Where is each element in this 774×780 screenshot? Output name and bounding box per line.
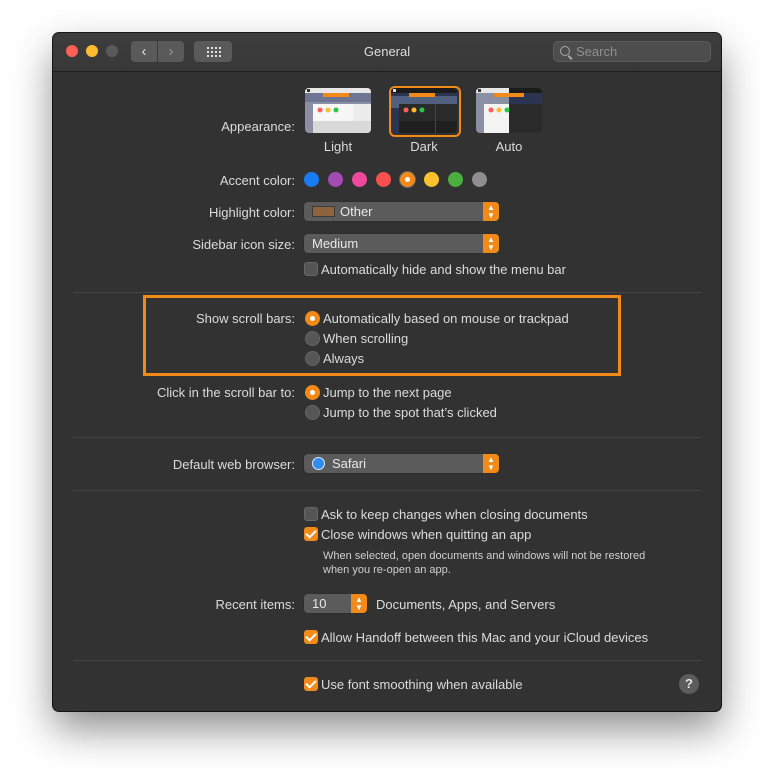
- appearance-light-thumb[interactable]: [305, 88, 371, 133]
- appearance-dark-thumb[interactable]: [391, 88, 457, 133]
- menu-bar-label: Automatically hide and show the menu bar: [321, 262, 566, 277]
- search-icon: [560, 46, 570, 56]
- handoff-checkbox[interactable]: [304, 630, 318, 644]
- sidebar-icon-size-popup[interactable]: Medium ▲ ▼: [304, 234, 499, 253]
- scroll-click-spot-radio[interactable]: [305, 405, 320, 420]
- recent-items-popup[interactable]: 10 ▲ ▼: [304, 594, 367, 613]
- accent-purple-swatch[interactable]: [328, 172, 343, 187]
- close-windows-label: Close windows when quitting an app: [321, 527, 532, 542]
- accent-graphite-swatch[interactable]: [472, 172, 487, 187]
- accent-yellow-swatch[interactable]: [424, 172, 439, 187]
- help-button[interactable]: ?: [679, 674, 699, 694]
- light-theme-icon: [305, 88, 371, 133]
- accent-blue-swatch[interactable]: [304, 172, 319, 187]
- close-windows-note-line1: When selected, open documents and window…: [323, 550, 646, 562]
- safari-icon: [312, 457, 325, 470]
- recent-items-suffix: Documents, Apps, and Servers: [376, 597, 556, 612]
- search-placeholder: Search: [576, 44, 618, 59]
- default-browser-value: Safari: [332, 456, 366, 471]
- font-smoothing-label: Use font smoothing when available: [321, 677, 523, 692]
- scroll-click-next-page-radio[interactable]: [305, 385, 320, 400]
- popup-arrows-icon: ▲ ▼: [483, 454, 499, 473]
- ask-keep-changes-checkbox[interactable]: [304, 507, 318, 521]
- separator: [73, 490, 701, 491]
- title-bar: ‹ › General Search: [53, 33, 721, 72]
- highlight-color-label: Highlight color:: [209, 205, 295, 220]
- appearance-light-caption: Light: [323, 139, 353, 154]
- popup-arrows-icon: ▲ ▼: [351, 594, 367, 613]
- sidebar-icon-size-label: Sidebar icon size:: [192, 237, 295, 252]
- default-browser-label: Default web browser:: [172, 457, 295, 472]
- menu-bar-checkbox[interactable]: [304, 262, 318, 276]
- dark-theme-icon: [391, 88, 457, 133]
- appearance-label: Appearance:: [221, 119, 295, 134]
- accent-green-swatch[interactable]: [448, 172, 463, 187]
- scroll-click-next-page-label: Jump to the next page: [323, 385, 452, 400]
- scroll-bars-highlight-box: [143, 295, 621, 376]
- accent-orange-swatch[interactable]: [400, 172, 415, 187]
- recent-items-label: Recent items:: [215, 597, 295, 612]
- separator: [73, 660, 701, 661]
- highlight-swatch: [312, 206, 335, 217]
- accent-pink-swatch[interactable]: [352, 172, 367, 187]
- accent-color-label: Accent color:: [219, 173, 295, 188]
- highlight-color-popup[interactable]: Other ▲ ▼: [304, 202, 499, 221]
- font-smoothing-checkbox[interactable]: [304, 677, 318, 691]
- appearance-auto-thumb[interactable]: [476, 88, 542, 133]
- help-icon: ?: [685, 676, 693, 691]
- ask-keep-changes-label: Ask to keep changes when closing documen…: [321, 507, 588, 522]
- close-windows-note-line2: when you re-open an app.: [323, 564, 451, 576]
- scroll-click-label: Click in the scroll bar to:: [157, 385, 295, 400]
- separator: [73, 292, 701, 293]
- separator: [73, 437, 701, 438]
- close-windows-checkbox[interactable]: [304, 527, 318, 541]
- appearance-dark-caption: Dark: [410, 139, 438, 154]
- accent-red-swatch[interactable]: [376, 172, 391, 187]
- sidebar-icon-size-value: Medium: [312, 236, 359, 251]
- highlight-color-value: Other: [340, 204, 373, 219]
- popup-arrows-icon: ▲ ▼: [483, 234, 499, 253]
- scroll-click-spot-label: Jump to the spot that’s clicked: [323, 405, 497, 420]
- handoff-label: Allow Handoff between this Mac and your …: [321, 630, 649, 645]
- popup-arrows-icon: ▲ ▼: [483, 202, 499, 221]
- default-browser-popup[interactable]: Safari ▲ ▼: [304, 454, 499, 473]
- search-field[interactable]: Search: [553, 41, 711, 62]
- recent-items-value: 10: [312, 596, 327, 611]
- auto-theme-icon: [476, 88, 542, 133]
- appearance-auto-caption: Auto: [495, 139, 523, 154]
